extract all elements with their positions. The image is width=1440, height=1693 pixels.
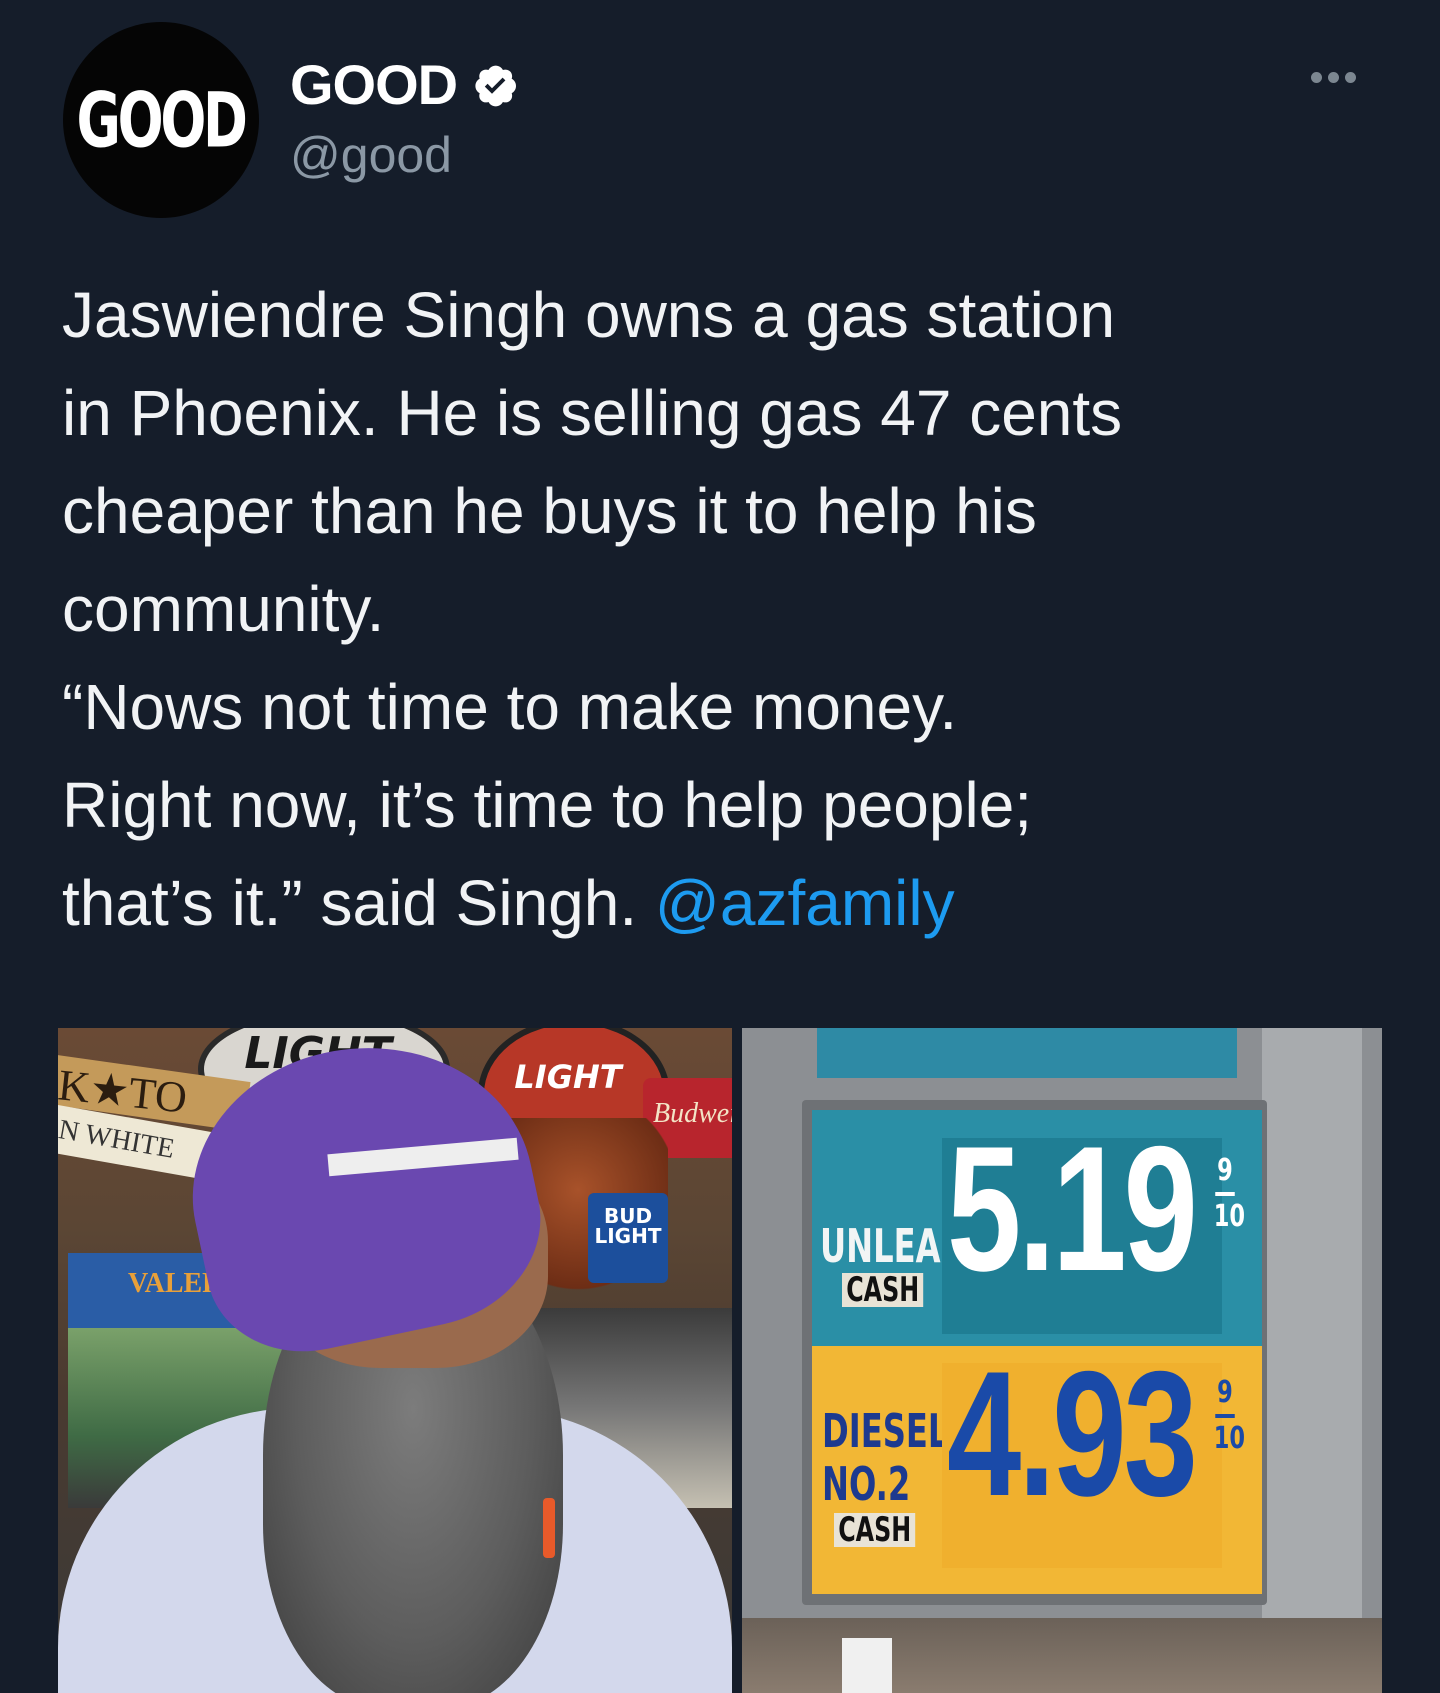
fraction-bottom: 10 [1213,1199,1246,1234]
more-dot [1311,72,1322,83]
diesel-cash-label: CASH [834,1513,916,1547]
pen [543,1498,555,1558]
unlead-price-fraction: 9 10 [1214,1153,1245,1232]
media-image-left[interactable]: LIGHT LIGHT K★TO N WHITE Budwei BUD LIGH… [58,1028,732,1693]
unlead-cash-label: CASH [842,1273,924,1307]
unlead-price: 5.19 [947,1109,1198,1308]
diesel-price-fraction: 9 10 [1214,1375,1245,1454]
fraction-line [1215,1192,1235,1196]
bud-light-text: BUD LIGHT [594,1204,662,1248]
diesel-grade-label: NO.2 [822,1457,911,1511]
fraction-top: 9 [1217,1375,1233,1410]
media-divider [732,1028,742,1693]
more-options-icon[interactable] [1311,72,1356,83]
sign-top [817,1028,1237,1078]
more-dot [1345,72,1356,83]
display-name[interactable]: GOOD [290,52,458,117]
avatar-logo-text: GOOD [76,75,249,165]
account-name-row[interactable]: GOOD [290,52,519,117]
tweet-paragraph-2: “Nows not time to make money. Right now,… [62,658,1422,952]
diesel-label: DIESEL [822,1404,949,1458]
fraction-top: 9 [1217,1153,1233,1188]
media-image-right[interactable]: UNLEAD CASH 5.19 9 10 DIESEL NO.2 CASH 4… [742,1028,1382,1693]
fraction-line [1215,1414,1235,1418]
small-sign [842,1638,892,1693]
sign-pole [1262,1028,1362,1693]
fraction-bottom: 10 [1213,1421,1246,1456]
sign-text: LIGHT [514,1058,622,1096]
mention-link[interactable]: @azfamily [655,867,955,939]
tweet-paragraph-1: Jaswiendre Singh owns a gas station in P… [62,279,1123,645]
more-dot [1328,72,1339,83]
tweet-text: Jaswiendre Singh owns a gas station in P… [62,266,1422,952]
diesel-price: 4.93 [947,1334,1198,1533]
avatar[interactable]: GOOD [63,22,259,218]
account-handle[interactable]: @good [290,126,452,184]
ground [742,1618,1382,1693]
verified-badge-icon [475,65,517,106]
